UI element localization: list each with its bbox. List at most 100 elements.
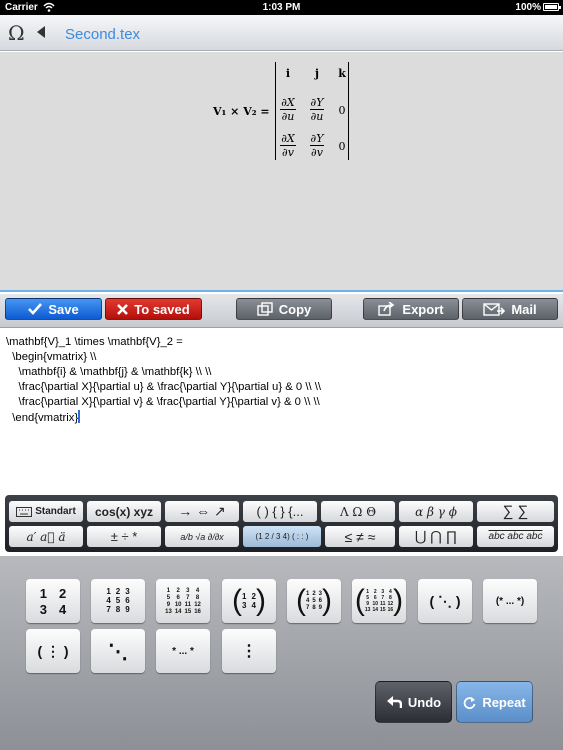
close-icon: [117, 303, 129, 315]
formula-lhs: V₁ × V₂ =: [213, 105, 270, 118]
matrix-entry: 13: [364, 606, 371, 613]
matrix-entry: 1: [166, 587, 171, 594]
category-arrows[interactable]: → ⇔ ↗: [165, 501, 239, 522]
symbol-category-bar: Standart cos(x) xyz → ⇔ ↗ ( ) { } {... Λ…: [5, 495, 558, 552]
matrix-entry: 7: [186, 594, 190, 601]
repeat-button[interactable]: Repeat: [456, 681, 533, 723]
pmatrix-nxn-button[interactable]: ( ⋱ ): [418, 579, 472, 623]
column-vector-button[interactable]: ( ⋮ ): [26, 629, 80, 673]
omega-icon[interactable]: Ω: [8, 21, 25, 45]
editor-line-2: \begin{vmatrix} \\: [6, 351, 97, 363]
matrix-entry: 9: [366, 600, 370, 607]
matrix-entry: 12: [194, 601, 201, 608]
matrix-entry: 3: [381, 588, 385, 595]
matrix-entry: 1: [242, 591, 247, 601]
matrix-entry: 3: [242, 600, 247, 610]
status-time: 1:03 PM: [262, 2, 301, 13]
matrix-cell-zero-2: 0: [338, 140, 346, 153]
document-title[interactable]: Second.tex: [65, 26, 140, 43]
category-sets[interactable]: ⋃ ⋂ ∏: [399, 526, 473, 547]
matrix-entry: 8: [312, 605, 316, 611]
matrix-entry: 3: [39, 601, 47, 617]
matrix-entry: 6: [373, 594, 377, 601]
category-fractions[interactable]: a/b √a ∂/∂x: [165, 526, 239, 547]
matrix-entry: 10: [372, 600, 378, 607]
pmatrix-4x4-button[interactable]: ( 1 2 3 4 5 6 7 8 9 10 11 12 13 14 15 16 ): [352, 579, 406, 623]
matrix-4x4-button[interactable]: 1 2 3 4 5 6 7 8 9 10 11 12 13 14 15 16: [156, 579, 210, 623]
category-greek-lower[interactable]: α β γ ϕ: [399, 501, 473, 522]
column-list-button[interactable]: ⋮: [222, 629, 276, 673]
matrix-entry: 4: [305, 598, 310, 604]
row-list-button[interactable]: * ... *: [156, 629, 210, 673]
matrix-entry: 5: [115, 596, 121, 605]
save-button[interactable]: Save: [5, 298, 102, 320]
category-accents[interactable]: a′ a⃗ ä: [9, 526, 83, 547]
repeat-icon: [464, 696, 476, 709]
matrix-entry: 15: [380, 606, 386, 613]
matrix-entry: 13: [165, 608, 172, 615]
category-brackets[interactable]: ( ) { } {...: [243, 501, 317, 522]
matrix-entry: 6: [176, 594, 180, 601]
keyboard-icon: [16, 506, 33, 517]
category-matrices[interactable]: (1 2 / 3 4) ( : : ): [243, 526, 321, 547]
matrix-entry: 16: [194, 608, 201, 615]
matrix-entry: 4: [195, 587, 200, 594]
editor-line-6: \end{vmatrix}: [6, 410, 81, 424]
matrix-entry: 7: [381, 594, 385, 601]
matrix-entry: 4: [59, 601, 67, 617]
nav-bar: Ω Second.tex: [0, 15, 563, 51]
pmatrix-3x3-button[interactable]: ( 123456789 ): [287, 579, 341, 623]
category-sums[interactable]: ∑ ∑: [477, 501, 554, 522]
category-relations[interactable]: ≤ ≠ ≈: [325, 526, 395, 547]
action-toolbar: Save To saved Copy Export Mail: [0, 294, 563, 328]
matrix-entry: 5: [166, 594, 171, 601]
export-button[interactable]: Export: [363, 298, 459, 320]
editor-line-4: \frac{\partial X}{\partial u} & \frac{\p…: [6, 381, 322, 393]
matrix-entry: 1: [366, 588, 370, 595]
mail-button[interactable]: Mail: [462, 298, 558, 320]
matrix-2x2-button[interactable]: 1234: [26, 579, 80, 623]
editor-line-1: \mathbf{V}_1 \times \mathbf{V}_2 =: [6, 336, 183, 348]
matrix-entry: 8: [115, 605, 121, 614]
copy-button[interactable]: Copy: [236, 298, 332, 320]
category-over-under[interactable]: abc abc abc: [477, 526, 554, 547]
status-bar: Carrier 1:03 PM 100%: [0, 0, 563, 15]
matrix-entry: 10: [174, 601, 182, 608]
matrix-entry: 9: [125, 605, 130, 614]
matrix-entry: 2: [59, 585, 67, 601]
matrix-nxn-button[interactable]: ⋱: [91, 629, 145, 673]
matrix-entry: 15: [184, 608, 192, 615]
editor-line-3: \mathbf{i} & \mathbf{j} & \mathbf{k} \\ …: [6, 366, 212, 378]
copy-icon: [257, 302, 273, 316]
matrix-entry: 11: [184, 601, 192, 608]
category-greek-upper[interactable]: Λ Ω Θ: [321, 501, 395, 522]
matrix-3x3-button[interactable]: 123 456 789: [91, 579, 145, 623]
matrix-entry: 8: [195, 594, 200, 601]
category-operators[interactable]: ± ÷ *: [87, 526, 161, 547]
formula-preview: V₁ × V₂ = i j k ∂X ∂u ∂Y ∂u 0 ∂X ∂v ∂Y ∂v 0: [0, 52, 563, 292]
matrix-entry: 1: [106, 587, 111, 596]
matrix-entry: 1: [39, 585, 47, 601]
pmatrix-2x2-button[interactable]: ( 1234 ): [222, 579, 276, 623]
battery-icon: [543, 3, 561, 11]
latex-editor[interactable]: \mathbf{V}_1 \times \mathbf{V}_2 = \begi…: [0, 329, 563, 494]
matrix-cell-zero-1: 0: [338, 104, 346, 117]
matrix-entry: 3: [125, 587, 130, 596]
undo-button[interactable]: Undo: [375, 681, 452, 723]
battery-percent: 100%: [515, 2, 541, 13]
matrix-entry: 2: [373, 588, 377, 595]
category-functions[interactable]: cos(x) xyz: [87, 501, 161, 522]
matrix-entry: 1: [305, 591, 310, 597]
category-standart[interactable]: Standart: [9, 501, 83, 522]
matrix-entry: 2: [176, 587, 180, 594]
matrix-entry: 5: [312, 598, 316, 604]
matrix-entry: 2: [312, 591, 316, 597]
to-saved-button[interactable]: To saved: [105, 298, 202, 320]
matrix-entry: 6: [125, 596, 130, 605]
matrix-entry: 2: [115, 587, 121, 596]
text-cursor: [78, 410, 81, 423]
back-arrow-icon[interactable]: [37, 26, 45, 38]
matrix-entry: 9: [166, 601, 171, 608]
row-vector-button[interactable]: (* ... *): [483, 579, 537, 623]
matrix-entry: 3: [186, 587, 190, 594]
